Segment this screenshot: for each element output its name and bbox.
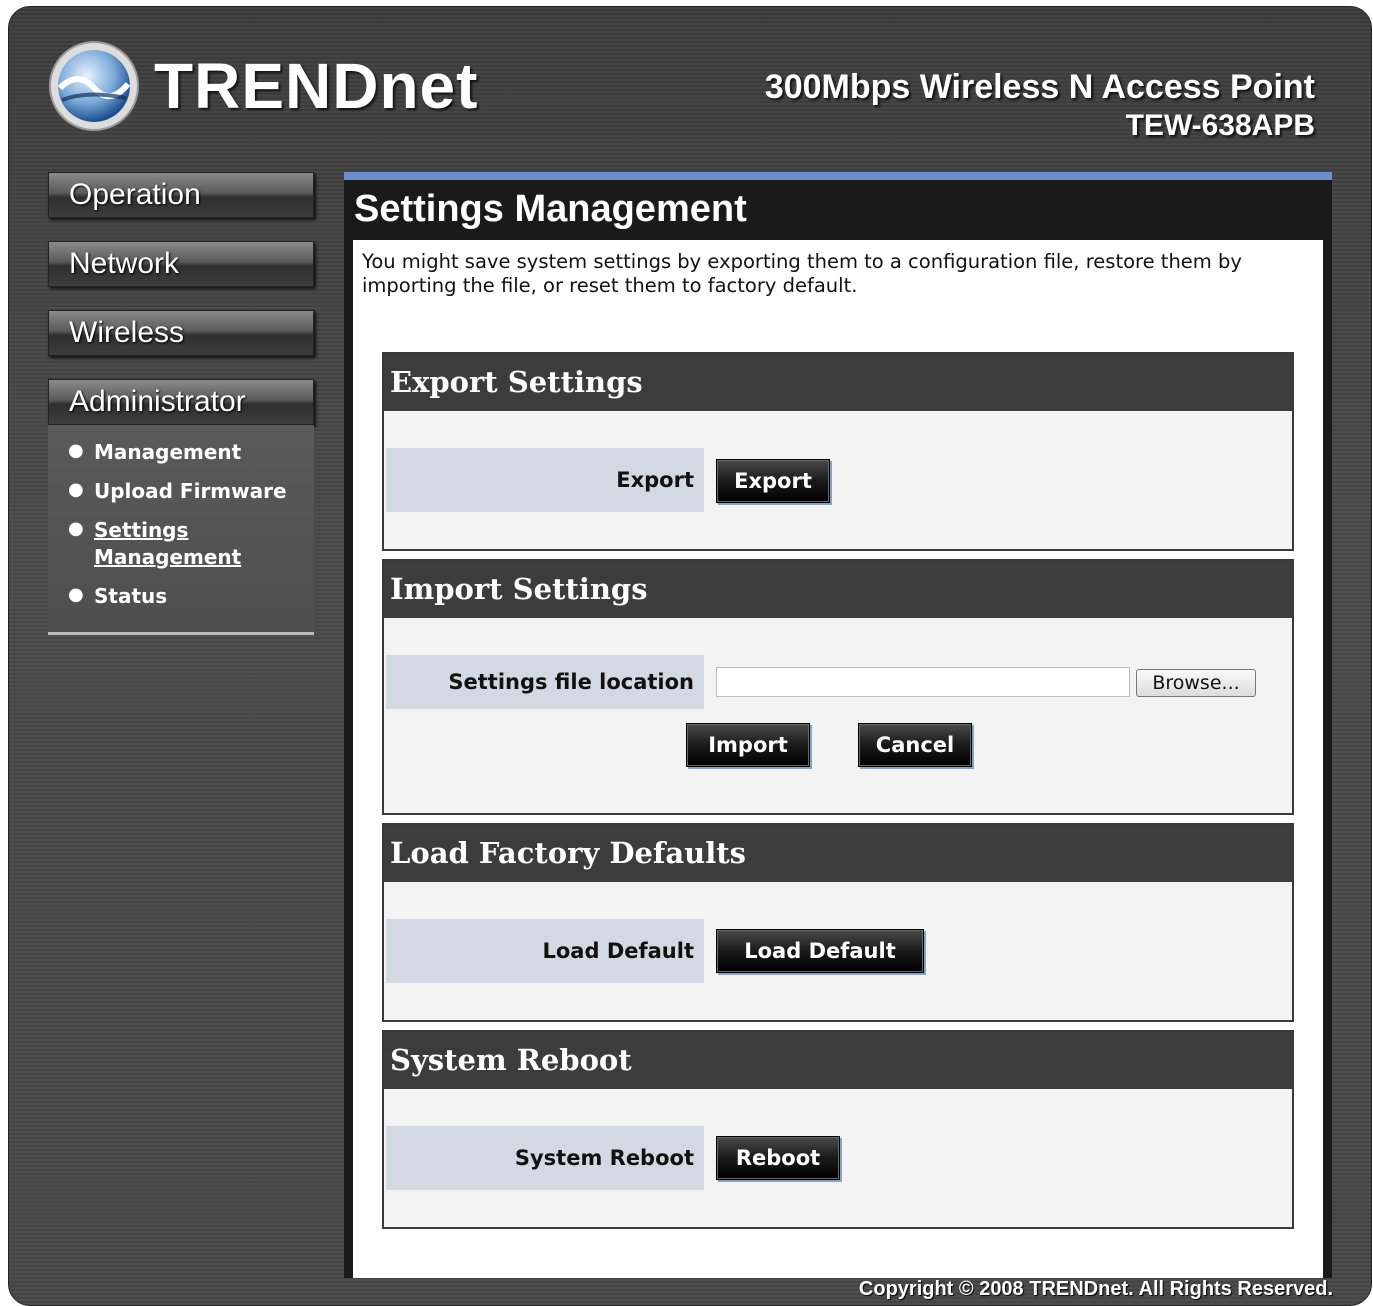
page-title: Settings Management [354,188,747,230]
product-info: 300Mbps Wireless N Access Point TEW-638A… [765,68,1315,143]
settings-file-input[interactable] [716,667,1130,697]
load-default-button[interactable]: Load Default [716,929,924,973]
brand-logo: TRENDnet [48,40,478,132]
import-button[interactable]: Import [686,723,810,767]
submenu-item-settings-management[interactable]: ● Settings Management [68,517,314,571]
system-reboot-label: System Reboot [514,1146,694,1170]
submenu-item-upload-firmware[interactable]: ● Upload Firmware [68,478,314,505]
settings-file-location-label: Settings file location [448,670,694,694]
cancel-button[interactable]: Cancel [858,723,972,767]
load-factory-defaults-section: Load Factory Defaults Load Default Load … [382,823,1294,1022]
section-header: Load Factory Defaults [384,825,1292,882]
submenu-item-label: Settings Management [94,518,242,569]
bullet-icon: ● [68,584,84,605]
bullet-icon: ● [68,440,84,461]
nav-operation-button[interactable]: Operation [48,172,314,218]
system-reboot-section: System Reboot System Reboot Reboot [382,1030,1294,1229]
product-name: 300Mbps Wireless N Access Point [764,68,1315,106]
brand-name: TRENDnet [154,50,479,122]
import-row-label-cell: Settings file location [386,655,704,709]
submenu-item-management[interactable]: ● Management [68,439,314,466]
administrator-submenu: ● Management ● Upload Firmware ● Setting… [48,425,314,635]
export-label: Export [616,468,694,492]
load-default-row-label-cell: Load Default [386,919,704,983]
bullet-icon: ● [68,518,84,539]
export-settings-section: Export Settings Export Export [382,352,1294,551]
load-default-label: Load Default [542,939,695,963]
bullet-icon: ● [68,479,84,500]
reboot-button[interactable]: Reboot [716,1136,840,1180]
nav-network-button[interactable]: Network [48,241,314,287]
submenu-item-label: Management [94,440,242,464]
nav-administrator-button[interactable]: Administrator [48,379,314,425]
export-button[interactable]: Export [716,459,830,503]
submenu-item-label: Status [94,584,168,608]
sidebar-nav: Operation Network Wireless Administrator… [48,172,314,635]
copyright-text: Copyright © 2008 TRENDnet. All Rights Re… [858,1278,1333,1300]
trendnet-globe-logo-icon [49,41,139,131]
submenu-item-status[interactable]: ● Status [68,583,314,610]
export-row-label-cell: Export [386,448,704,512]
system-reboot-row-label-cell: System Reboot [386,1126,704,1190]
product-model: TEW-638APB [1125,109,1315,142]
content-title-bar: Settings Management [344,172,1332,248]
submenu-item-label: Upload Firmware [94,479,287,503]
browse-button[interactable]: Browse... [1136,669,1256,697]
page-intro: You might save system settings by export… [362,250,1242,297]
nav-wireless-button[interactable]: Wireless [48,310,314,356]
import-settings-section: Import Settings Settings file location B… [382,559,1294,815]
section-header: Import Settings [384,561,1292,618]
section-header: System Reboot [384,1032,1292,1089]
section-header: Export Settings [384,354,1292,411]
